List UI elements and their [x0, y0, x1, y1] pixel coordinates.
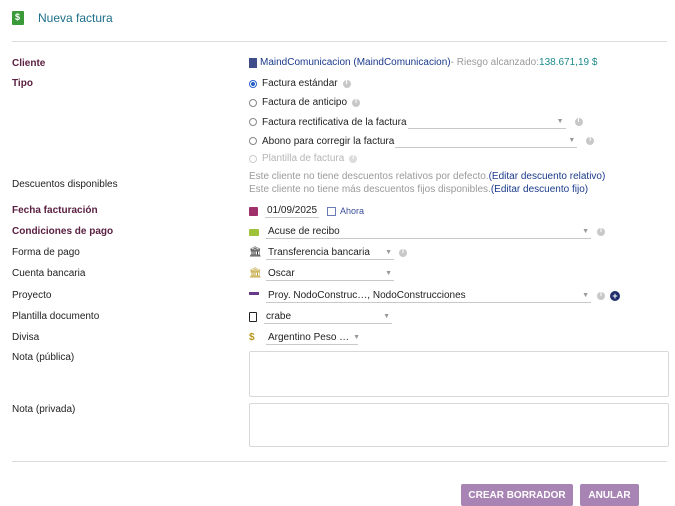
page-title: Nueva factura [38, 11, 113, 25]
radio-anticipo[interactable] [249, 98, 257, 107]
invoice-icon [12, 11, 24, 25]
label-condiciones: Condiciones de pago [12, 226, 114, 237]
proyecto-field: Proy. NodoConstruc…, NodoConstrucciones ▼… [249, 289, 620, 303]
forma-select[interactable]: Transferencia bancaria ▼ [266, 246, 394, 260]
divisa-value: Argentino Peso … [268, 332, 350, 343]
fecha-input[interactable]: 01/09/2025 [265, 204, 319, 218]
cuenta-select[interactable]: Oscar ▼ [266, 267, 394, 281]
chevron-down-icon: ▼ [353, 334, 361, 341]
money-icon [249, 228, 259, 236]
tipo-option-label: Plantilla de factura [262, 153, 345, 164]
tipo-option-plantilla: Plantilla de factura [249, 153, 358, 164]
descuento-fijo: Este cliente no tiene más descuentos fij… [249, 184, 588, 195]
label-cliente: Cliente [12, 58, 46, 69]
forma-field: 🏛 Transferencia bancaria ▼ [249, 246, 407, 260]
bank-icon: 🏛 [249, 268, 262, 279]
proyecto-select[interactable]: Proy. NodoConstruc…, NodoConstrucciones ▼ [266, 289, 591, 303]
calendar-icon [249, 206, 258, 216]
info-icon [349, 154, 358, 163]
tipo-option-rectificativa[interactable]: Factura rectificativa de la factura ▼ [249, 115, 583, 129]
cliente-field: MaindComunicacion (MaindComunicacion) - … [249, 57, 597, 68]
info-icon [352, 98, 361, 107]
label-plantilla: Plantilla documento [12, 311, 100, 322]
nota-publica-textarea[interactable] [249, 351, 669, 397]
chevron-down-icon: ▼ [582, 228, 589, 235]
crear-borrador-button[interactable]: CREAR BORRADOR [461, 484, 573, 506]
add-project-icon[interactable]: + [610, 291, 620, 301]
header-divider [12, 41, 667, 42]
editar-descuento-relativo-link[interactable]: (Editar descuento relativo) [489, 171, 606, 182]
abono-select[interactable]: ▼ [395, 134, 578, 148]
radio-rectificativa[interactable] [249, 118, 257, 126]
label-nota-publica: Nota (pública) [12, 352, 75, 363]
chevron-down-icon: ▼ [383, 313, 390, 320]
label-divisa: Divisa [12, 332, 40, 343]
tipo-option-abono[interactable]: Abono para corregir la factura ▼ [249, 134, 595, 148]
project-icon [249, 292, 259, 300]
page-header: Nueva factura [12, 8, 113, 28]
label-proyecto: Proyecto [12, 290, 52, 301]
plantilla-field: crabe ▼ [249, 310, 392, 324]
info-icon [597, 291, 605, 300]
proyecto-value: Proy. NodoConstruc…, NodoConstrucciones [268, 290, 466, 301]
dollar-icon: $ [249, 332, 255, 343]
plantilla-value: crabe [266, 311, 292, 322]
info-icon [574, 117, 583, 126]
ahora-link[interactable]: Ahora [340, 206, 364, 216]
tipo-option-anticipo[interactable]: Factura de anticipo [249, 97, 361, 108]
bank-icon: 🏛 [249, 247, 262, 258]
chevron-down-icon: ▼ [556, 118, 564, 125]
chevron-down-icon: ▼ [568, 137, 576, 144]
radio-plantilla [249, 154, 257, 163]
plantilla-select[interactable]: crabe ▼ [264, 310, 392, 324]
divisa-field: $ Argentino Peso … ▼ [249, 331, 361, 345]
condiciones-value: Acuse de recibo [268, 226, 340, 237]
tipo-option-estandar[interactable]: Factura estándar [249, 78, 351, 89]
condiciones-select[interactable]: Acuse de recibo ▼ [266, 225, 591, 239]
radio-estandar[interactable] [249, 79, 257, 88]
descuento-relativo-text: Este cliente no tiene descuentos relativ… [249, 171, 489, 182]
footer-divider [12, 461, 667, 462]
label-cuenta: Cuenta bancaria [12, 268, 86, 279]
cliente-link[interactable]: MaindComunicacion (MaindComunicacion) [260, 57, 451, 68]
risk-label: - Riesgo alcanzado: [450, 57, 540, 68]
building-icon [249, 57, 257, 68]
chevron-down-icon: ▼ [385, 249, 392, 256]
info-icon [586, 136, 595, 145]
tipo-option-label: Factura de anticipo [262, 97, 348, 108]
label-fecha: Fecha facturación [12, 205, 98, 216]
descuento-fijo-text: Este cliente no tiene más descuentos fij… [249, 184, 491, 195]
condiciones-field: Acuse de recibo ▼ [249, 225, 605, 239]
nota-privada-textarea[interactable] [249, 403, 669, 447]
document-icon [249, 312, 257, 322]
label-forma: Forma de pago [12, 247, 80, 258]
cuenta-value: Oscar [268, 268, 295, 279]
label-tipo: Tipo [12, 78, 33, 89]
chevron-down-icon: ▼ [385, 270, 392, 277]
editar-descuento-fijo-link[interactable]: (Editar descuento fijo) [491, 184, 588, 195]
radio-abono[interactable] [249, 137, 257, 145]
descuento-relativo: Este cliente no tiene descuentos relativ… [249, 171, 605, 182]
rectificativa-select[interactable]: ▼ [407, 115, 566, 129]
divisa-select[interactable]: Argentino Peso … ▼ [266, 331, 361, 345]
info-icon [597, 227, 605, 236]
fecha-field: 01/09/2025 Ahora [249, 204, 364, 218]
grid-icon [327, 206, 336, 216]
chevron-down-icon: ▼ [582, 292, 589, 299]
forma-value: Transferencia bancaria [268, 247, 370, 258]
cuenta-field: 🏛 Oscar ▼ [249, 267, 394, 281]
info-icon [399, 248, 407, 257]
info-icon [342, 79, 351, 88]
tipo-option-label: Abono para corregir la factura [262, 135, 395, 147]
label-nota-privada: Nota (privada) [12, 404, 76, 415]
tipo-option-label: Factura rectificativa de la factura [262, 116, 407, 128]
label-descuentos: Descuentos disponibles [12, 179, 118, 190]
anular-button[interactable]: ANULAR [580, 484, 639, 506]
tipo-option-label: Factura estándar [262, 78, 338, 89]
risk-value: 138.671,19 $ [539, 57, 598, 68]
